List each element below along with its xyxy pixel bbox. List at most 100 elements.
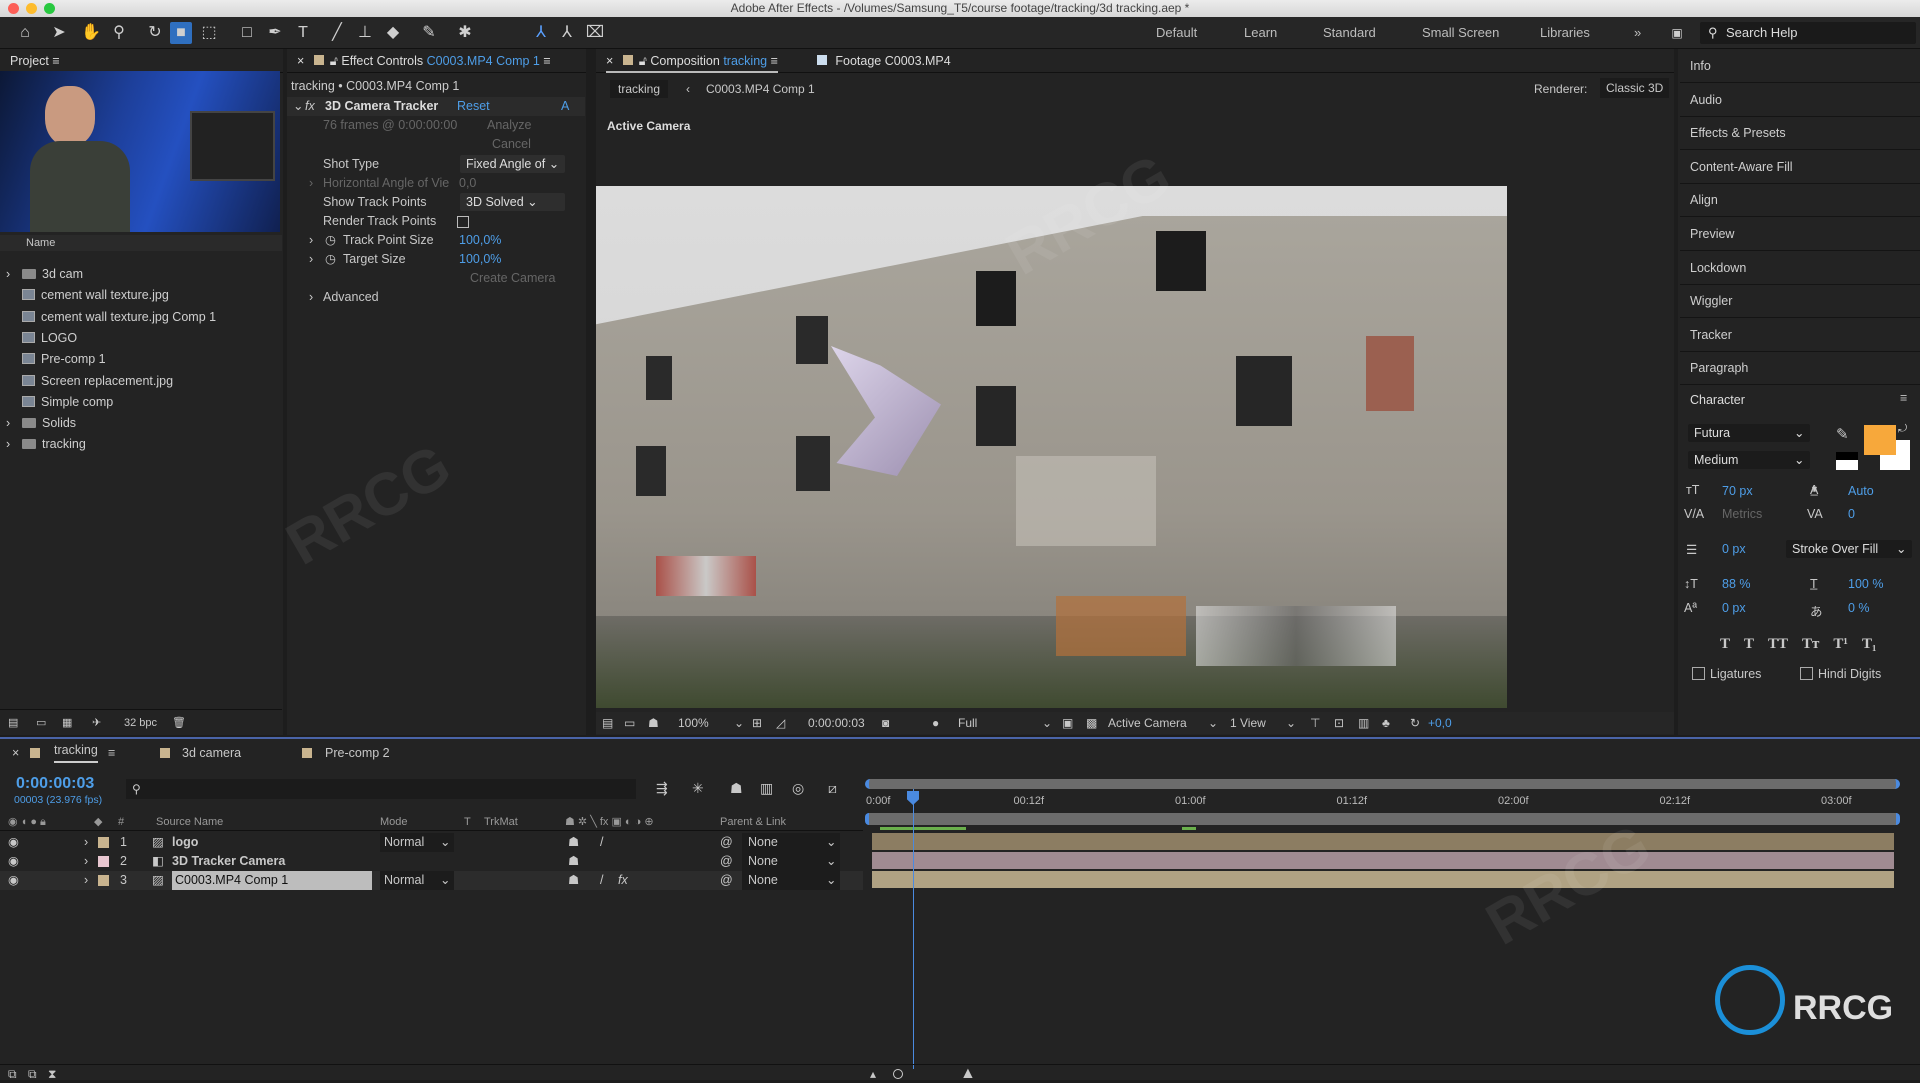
panel-content-aware-fill[interactable]: Content-Aware Fill	[1680, 150, 1920, 184]
mask-visibility-icon[interactable]: ☗	[648, 712, 659, 734]
fx-switch-icon[interactable]: fx	[618, 871, 628, 890]
panel-menu-icon[interactable]: ≡	[543, 54, 550, 68]
camera-tool-icon[interactable]: ■	[170, 22, 192, 44]
close-tab-icon[interactable]: ×	[606, 54, 617, 68]
search-help-input[interactable]: ⚲ Search Help	[1700, 22, 1916, 44]
new-composition-icon[interactable]: ▦	[62, 710, 72, 736]
hand-tool-icon[interactable]: ✋	[80, 22, 102, 44]
layer-bar-camera[interactable]	[872, 852, 1894, 869]
project-item[interactable]: cement wall texture.jpg	[0, 285, 282, 306]
clone-stamp-tool-icon[interactable]: ⊥	[354, 22, 376, 44]
expand-chevron-icon[interactable]: ›	[309, 231, 313, 250]
reset-exposure-icon[interactable]: ↻	[1410, 712, 1420, 734]
workspace-standard[interactable]: Standard	[1323, 25, 1376, 40]
black-white-swatch-icon[interactable]	[1836, 452, 1858, 470]
reset-button[interactable]: Reset	[457, 97, 490, 116]
world-axis-icon[interactable]: ⅄	[556, 22, 578, 44]
panel-align[interactable]: Align	[1680, 183, 1920, 218]
render-track-points-checkbox[interactable]	[457, 216, 469, 228]
zoom-slider[interactable]	[893, 1069, 903, 1079]
parent-dropdown[interactable]: None ⌄	[742, 833, 840, 852]
more-workspaces-icon[interactable]: »	[1634, 25, 1641, 40]
bit-depth-button[interactable]: 32 bpc	[124, 710, 157, 736]
composition-mini-flowchart-icon[interactable]: ⇶	[656, 780, 668, 797]
shy-switch-icon[interactable]: ☗	[568, 852, 579, 871]
project-settings-icon[interactable]: ✈	[92, 710, 101, 736]
layer-name[interactable]: C0003.MP4 Comp 1	[172, 871, 372, 890]
blend-mode-dropdown[interactable]: Normal ⌄	[380, 871, 454, 890]
new-folder-icon[interactable]: ▭	[36, 710, 46, 736]
flowchart-icon[interactable]: ♣	[1382, 712, 1390, 734]
expand-chevron-icon[interactable]: ›	[309, 174, 313, 193]
timeline-tab-3d-camera[interactable]: 3d camera	[182, 739, 241, 767]
transfer-controls-icon[interactable]: ⧉	[28, 1065, 37, 1083]
layer-row[interactable]: ◉ › 1 ▨ logo Normal ⌄ ☗ / @ None ⌄	[0, 833, 863, 852]
breadcrumb-tracking[interactable]: tracking	[610, 80, 669, 98]
workspace-default[interactable]: Default	[1156, 25, 1197, 40]
panel-tracker[interactable]: Tracker	[1680, 318, 1920, 352]
playhead[interactable]	[913, 789, 914, 1069]
timeline-tab-tracking[interactable]: tracking	[54, 739, 98, 763]
pen-tool-icon[interactable]: ✒	[264, 22, 286, 44]
zoom-tool-icon[interactable]: ⚲	[108, 22, 130, 44]
current-time-display[interactable]: 0:00:00:03	[808, 712, 865, 734]
timeline-current-time[interactable]: 0:00:00:03	[16, 775, 94, 793]
zoom-out-icon[interactable]: ▴	[870, 1065, 876, 1083]
panel-menu-icon[interactable]: ≡	[52, 54, 59, 68]
expand-chevron-icon[interactable]: ›	[6, 434, 10, 455]
eyedropper-icon[interactable]: ✎	[1836, 425, 1849, 443]
track-point-size-value[interactable]: 100,0%	[459, 231, 501, 250]
kerning-value[interactable]: Metrics	[1722, 507, 1762, 521]
shy-switch-icon[interactable]: ☗	[568, 871, 579, 890]
panel-effects-presets[interactable]: Effects & Presets	[1680, 116, 1920, 151]
channel-icon[interactable]: ●	[932, 712, 939, 734]
layer-bar-comp[interactable]	[872, 871, 1894, 888]
region-of-interest-icon[interactable]: ◿	[776, 712, 785, 734]
workspace-libraries[interactable]: Libraries	[1540, 25, 1590, 40]
timeline-tab-pre-comp-2[interactable]: Pre-comp 2	[325, 739, 390, 767]
render-time-icon[interactable]: ⧗	[48, 1065, 56, 1083]
expand-chevron-icon[interactable]: ›	[309, 288, 313, 307]
toggle-pixel-aspect-icon[interactable]: ⊤	[1310, 712, 1320, 734]
panel-preview[interactable]: Preview	[1680, 217, 1920, 251]
graph-editor-icon[interactable]: ⧄	[828, 780, 837, 797]
label-color[interactable]	[98, 856, 109, 867]
timeline-icon[interactable]: ▥	[1358, 712, 1369, 734]
close-tab-icon[interactable]: ×	[297, 54, 308, 68]
analyze-button[interactable]: Analyze	[487, 116, 531, 135]
eraser-tool-icon[interactable]: ◆	[382, 22, 404, 44]
draft-3d-icon[interactable]: ✳	[692, 780, 704, 797]
shot-type-dropdown[interactable]: Fixed Angle of ⌄	[460, 155, 565, 173]
composition-tab[interactable]: × 🔓︎ Composition tracking ≡	[606, 54, 778, 73]
expand-chevron-icon[interactable]: ›	[84, 871, 88, 890]
parent-dropdown[interactable]: None ⌄	[742, 871, 840, 890]
stroke-width-value[interactable]: 0 px	[1722, 542, 1746, 556]
text-style-button[interactable]: T	[1744, 636, 1754, 652]
panel-audio[interactable]: Audio	[1680, 83, 1920, 117]
selection-tool-icon[interactable]: ➤	[48, 22, 70, 44]
vertical-scale-value[interactable]: 88 %	[1722, 577, 1751, 591]
view-axis-icon[interactable]: ⌧	[584, 22, 606, 44]
transparency-grid-icon[interactable]: ▩	[1086, 712, 1097, 734]
work-area-bar[interactable]	[865, 813, 1900, 825]
workspace-learn[interactable]: Learn	[1244, 25, 1277, 40]
swap-colors-icon[interactable]: ⤾	[1898, 423, 1907, 436]
label-color[interactable]	[98, 875, 109, 886]
delete-icon[interactable]: 🗑	[172, 710, 186, 736]
resolution-dropdown[interactable]: Full ⌄	[958, 712, 1058, 734]
expand-chevron-icon[interactable]: ›	[309, 250, 313, 269]
fast-previews-icon[interactable]: ▣	[1062, 712, 1073, 734]
zoom-window-button[interactable]	[44, 3, 55, 14]
eye-icon[interactable]: ◉	[8, 871, 19, 890]
create-camera-button[interactable]: Create Camera	[470, 269, 555, 288]
always-preview-icon[interactable]: ▤	[602, 712, 613, 734]
text-style-button[interactable]: T	[1720, 636, 1730, 652]
pickwhip-icon[interactable]: @	[720, 871, 733, 890]
project-item[interactable]: › 3d cam	[0, 264, 282, 285]
expand-chevron-icon[interactable]: ›	[84, 852, 88, 871]
lock-icon[interactable]: 🔓︎	[330, 54, 342, 68]
stopwatch-icon[interactable]: ◷	[325, 231, 336, 250]
pan-behind-tool-icon[interactable]: ⬚	[198, 22, 220, 44]
camera-view-dropdown[interactable]: Active Camera ⌄	[1108, 712, 1224, 734]
horizontal-scale-value[interactable]: 100 %	[1848, 577, 1883, 591]
